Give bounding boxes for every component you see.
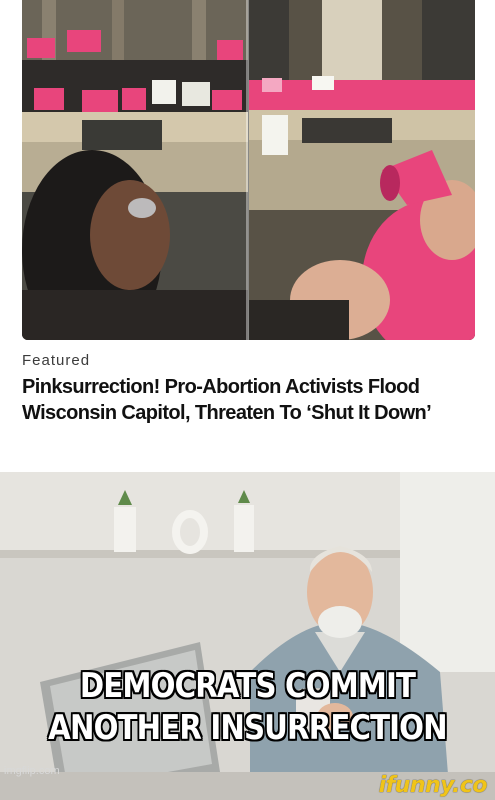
ifunny-watermark[interactable]: ifunny.co xyxy=(379,773,488,798)
imgflip-watermark: imgflip.com xyxy=(4,765,60,777)
article-headline[interactable]: Pinksurrection! Pro-Abortion Activists F… xyxy=(22,374,477,426)
protest-photo[interactable] xyxy=(22,0,475,340)
meme-image xyxy=(0,472,495,800)
article-panel: Featured Pinksurrection! Pro-Abortion Ac… xyxy=(0,0,495,472)
meme-caption-line-1: DEMOCRATS COMMIT xyxy=(79,666,416,706)
featured-label: Featured xyxy=(22,352,91,369)
office-scene-illustration xyxy=(0,472,495,800)
meme-caption-line-2: ANOTHER INSURRECTION xyxy=(48,708,447,748)
protest-photo-illustration xyxy=(22,0,475,340)
